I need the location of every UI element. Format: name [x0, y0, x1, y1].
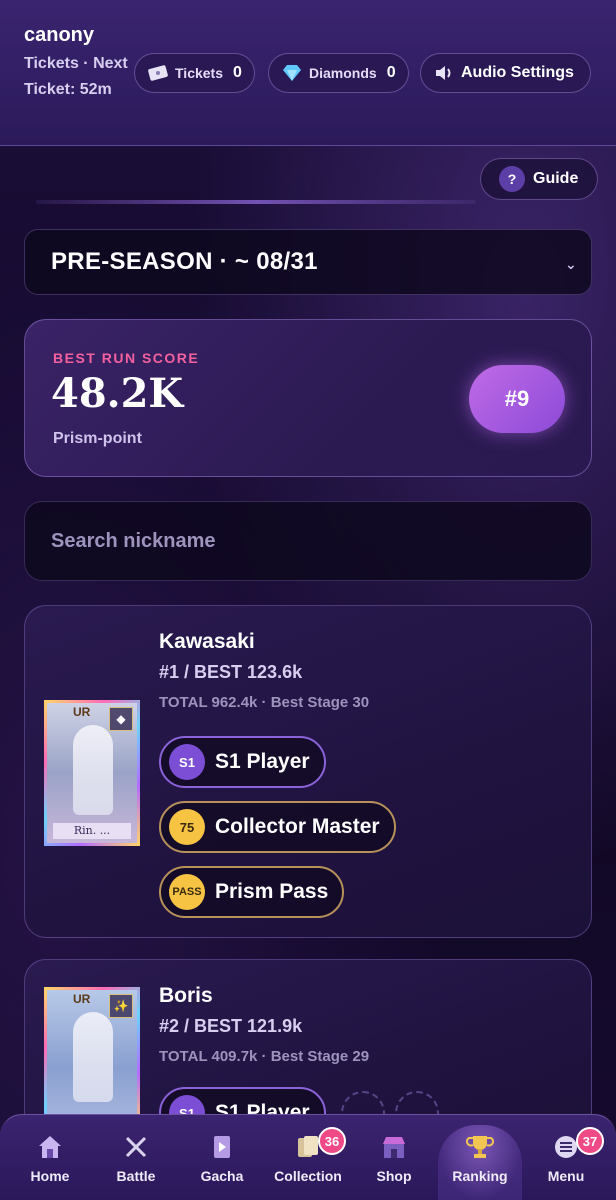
season-select[interactable]: PRE-SEASON · ~ 08/31 ⌄: [24, 229, 592, 295]
character-card-image: UR ✨: [44, 987, 140, 1133]
nav-home[interactable]: Home: [22, 1115, 78, 1200]
badge-prism-pass: PASS Prism Pass: [159, 866, 345, 918]
guide-button[interactable]: ? Guide: [480, 158, 598, 200]
leaderboard-entry[interactable]: UR ◆ Rin. ... Kawasaki #1 / BEST 123.6k …: [24, 605, 592, 938]
tickets-label: Tickets: [175, 65, 223, 81]
ticket-timer: Tickets · Next Ticket: 52m: [24, 55, 128, 98]
ticket-icon: [147, 62, 169, 84]
player-total: TOTAL 409.7k · Best Stage 29: [159, 1048, 370, 1065]
character-card-image: UR ◆ Rin. ...: [44, 700, 140, 846]
nav-ranking[interactable]: Ranking: [446, 1115, 514, 1200]
badge-s1-player: S1 S1 Player: [159, 736, 326, 788]
pass-badge-icon: PASS: [169, 874, 205, 910]
chevron-down-icon: ⌄: [564, 256, 577, 272]
diamonds-pill[interactable]: Diamonds 0: [268, 53, 409, 93]
collector-badge-icon: 75: [169, 809, 205, 845]
nav-gacha[interactable]: Gacha: [194, 1115, 250, 1200]
badge-collector-master: 75 Collector Master: [159, 801, 396, 853]
collection-count-badge: 36: [318, 1127, 346, 1155]
badge-label: S1 Player: [215, 750, 310, 773]
home-icon: [35, 1132, 65, 1162]
card-rarity: UR: [73, 705, 91, 719]
best-score-unit: Prism-point: [53, 430, 142, 447]
s1-badge-icon: S1: [169, 744, 205, 780]
nav-label: Gacha: [200, 1168, 244, 1184]
shop-icon: [379, 1132, 409, 1162]
character-figure: [73, 725, 113, 815]
player-rank: #2 / BEST 121.9k: [159, 1016, 303, 1036]
card-play-icon: [207, 1132, 237, 1162]
player-total: TOTAL 962.4k · Best Stage 30: [159, 694, 370, 711]
badge-label: Collector Master: [215, 815, 380, 838]
nav-label: Shop: [376, 1168, 412, 1184]
diamond-icon: [281, 62, 303, 84]
audio-settings-button[interactable]: Audio Settings: [420, 53, 591, 93]
season-selected-value: PRE-SEASON · ~ 08/31: [51, 248, 318, 275]
card-name: Rin. ...: [53, 823, 131, 839]
player-name: Boris: [159, 984, 213, 1007]
best-score-card: BEST RUN SCORE 48.2K Prism-point #9: [24, 319, 592, 477]
character-figure: [73, 1012, 113, 1102]
top-bar: canony Tickets · Next Ticket: 52m Ticket…: [0, 0, 616, 146]
audio-settings-label: Audio Settings: [461, 64, 574, 81]
question-icon: ?: [499, 166, 525, 192]
nav-shop[interactable]: Shop: [366, 1115, 422, 1200]
search-placeholder: Search nickname: [51, 529, 216, 552]
speaker-icon: [433, 62, 455, 84]
card-rarity: UR: [73, 992, 91, 1006]
nav-label: Collection: [274, 1168, 342, 1184]
nav-label: Menu: [547, 1168, 585, 1184]
guide-label: Guide: [533, 170, 579, 187]
element-icon: ◆: [109, 707, 133, 731]
diamonds-count: 0: [386, 64, 396, 81]
menu-count-badge: 37: [576, 1127, 604, 1155]
nav-label: Home: [30, 1168, 70, 1184]
sparkle-icon: ✨: [109, 994, 133, 1018]
swords-icon: [121, 1132, 151, 1162]
my-rank-badge: #9: [469, 365, 565, 433]
nav-label: Battle: [116, 1168, 156, 1184]
best-score-label: BEST RUN SCORE: [53, 350, 200, 366]
bottom-navigation: Home Battle Gacha Collection 36 Shop Ran…: [0, 1114, 616, 1200]
tickets-pill[interactable]: Tickets 0: [134, 53, 255, 93]
badge-label: Prism Pass: [215, 880, 329, 903]
search-input[interactable]: Search nickname: [24, 501, 592, 581]
username: canony: [24, 24, 95, 46]
tickets-count: 0: [233, 64, 242, 81]
best-score-value: 48.2K: [51, 370, 184, 417]
nav-battle[interactable]: Battle: [108, 1115, 164, 1200]
user-info: canony Tickets · Next Ticket: 52m: [24, 24, 134, 103]
divider: [36, 200, 476, 204]
player-rank: #1 / BEST 123.6k: [159, 662, 303, 682]
diamonds-label: Diamonds: [309, 65, 377, 81]
player-name: Kawasaki: [159, 630, 255, 653]
nav-label: Ranking: [452, 1168, 508, 1184]
trophy-icon: [465, 1132, 495, 1162]
